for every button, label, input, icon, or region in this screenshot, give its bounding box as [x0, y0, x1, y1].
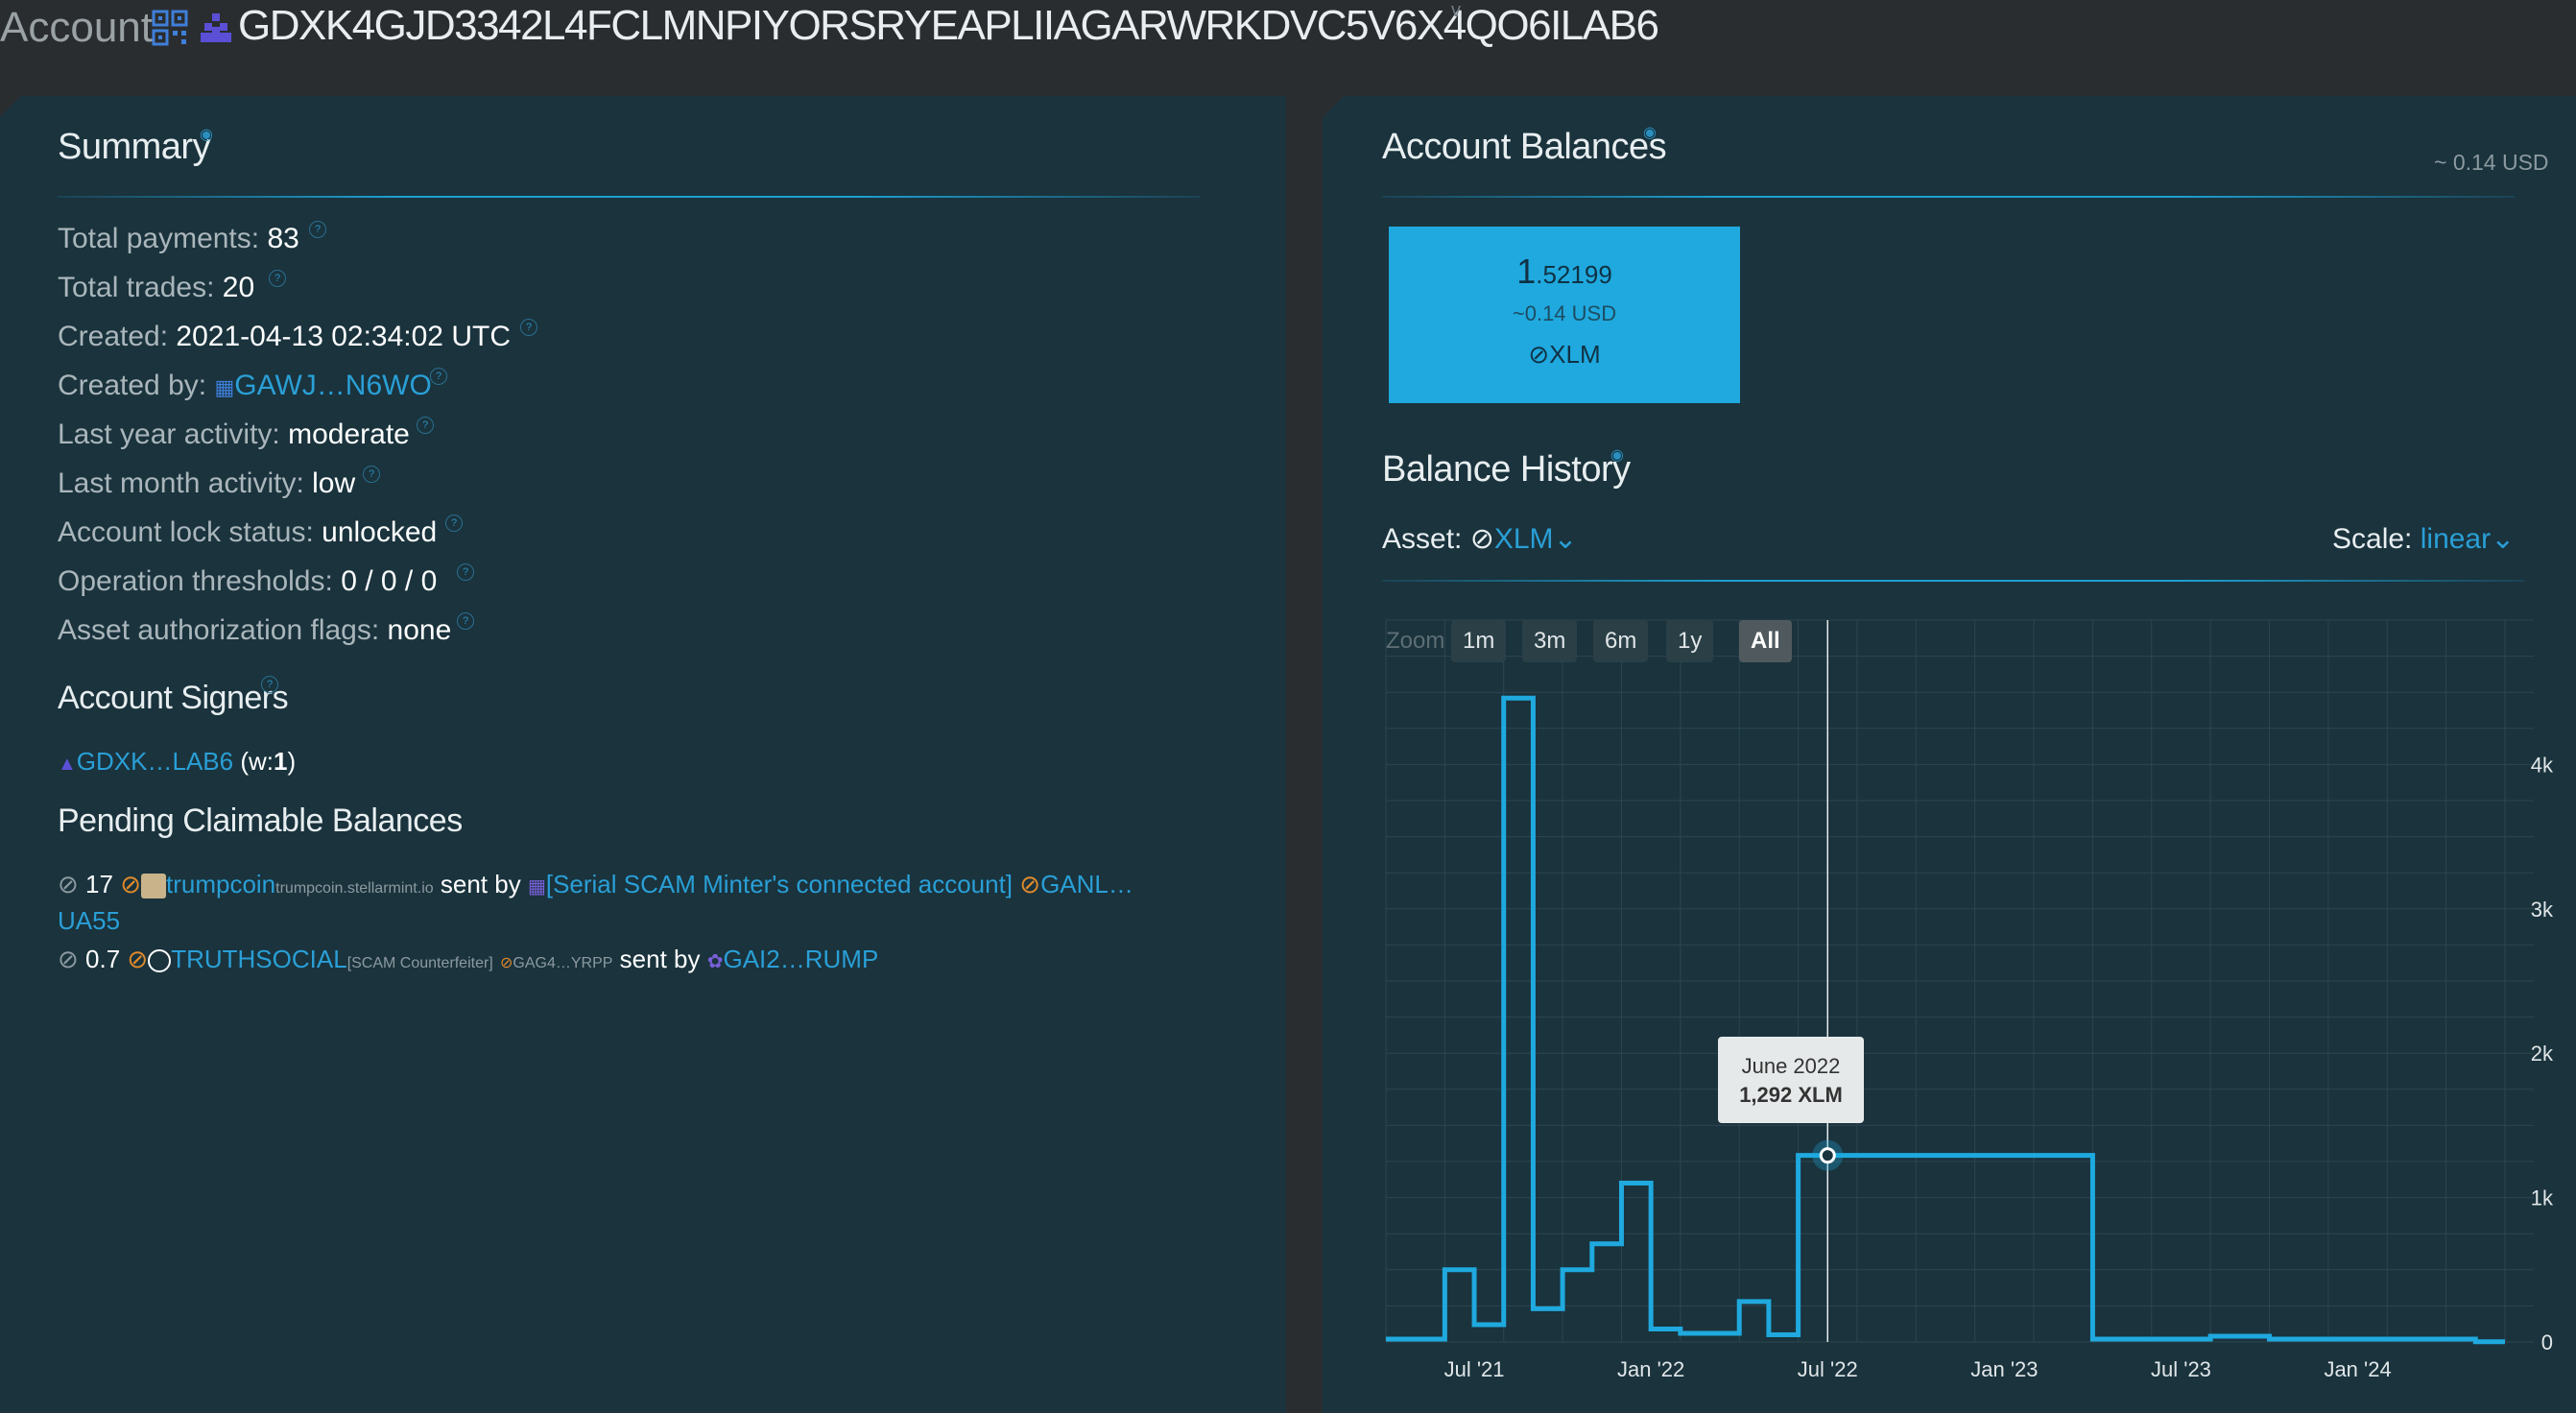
zoom-1m-button[interactable]: 1m: [1451, 620, 1507, 662]
balance-history-chart[interactable]: 0 1k 2k 3k 4k Jul '21 Jan '22 Jul '22 Jan '23 Jul…: [1382, 614, 2553, 1382]
warning-icon: ⊘: [120, 870, 141, 898]
warning-icon: ⊘: [499, 955, 513, 971]
chart-tooltip: June 2022 1,292 XLM: [1718, 1037, 1864, 1123]
history-divider: [1382, 580, 2524, 582]
account-signers-heading: Account Signers: [58, 680, 289, 716]
sender-link[interactable]: [Serial SCAM Minter's connected account]: [546, 870, 1013, 898]
y-tick-label: 2k: [2531, 1042, 2553, 1066]
y-tick-label: 0: [2541, 1330, 2553, 1354]
x-tick-label: Jan '23: [1970, 1357, 2038, 1381]
help-icon[interactable]: ?: [520, 319, 537, 336]
chevron-down-icon: ⌄: [1553, 523, 1578, 555]
stellar-icon: ⊘: [1528, 340, 1550, 369]
help-icon[interactable]: ?: [457, 612, 474, 630]
asset-link[interactable]: TRUTHSOCIAL: [171, 945, 346, 973]
help-icon[interactable]: ?: [430, 368, 447, 385]
identicon-icon: ✿: [706, 951, 724, 972]
chevron-down-icon[interactable]: v: [1451, 0, 1461, 22]
issuer-link-cont[interactable]: UA55: [58, 906, 120, 935]
issuer-link[interactable]: GAG4…YRPP: [513, 955, 612, 971]
summary-row-asset-authorization-flags: Asset authorization flags: none: [58, 614, 452, 646]
warning-icon: ⊘: [1019, 870, 1041, 898]
asset-link[interactable]: trumpcoin: [166, 870, 275, 898]
x-tick-label: Jan '24: [2324, 1357, 2391, 1381]
x-tick-label: Jul '23: [2151, 1357, 2211, 1381]
summary-row-total-payments: Total payments: 83: [58, 223, 299, 254]
claimable-balances-heading: Pending Claimable Balances: [58, 802, 463, 839]
sender-link[interactable]: GAI2…RUMP: [723, 945, 878, 973]
issuer-link[interactable]: GANL…: [1040, 870, 1133, 898]
summary-divider: [58, 196, 1200, 198]
summary-row-total-trades: Total trades: 20: [58, 272, 255, 303]
summary-row-account-lock-status: Account lock status: unlocked: [58, 516, 438, 548]
top-bar: Account GDXK4GJD3342L4FCLMNPIYORSRYEAPLI…: [0, 0, 2576, 96]
help-icon[interactable]: ?: [457, 563, 474, 581]
account-balances-heading: Account Balances: [1382, 127, 1667, 167]
claimable-balance-row: ⊘ 0.7 ⊘ TRUTHSOCIAL[SCAM Counterfeiter] ⊘…: [58, 945, 879, 973]
claimable-balance-row-cont: UA55: [58, 906, 120, 936]
zoom-1y-button[interactable]: 1y: [1666, 620, 1714, 662]
zoom-label: Zoom: [1386, 628, 1445, 654]
help-icon[interactable]: ?: [309, 221, 326, 238]
chevron-down-icon: ⌄: [2491, 523, 2516, 555]
help-icon[interactable]: ?: [261, 676, 278, 693]
balance-history-heading: Balance History: [1382, 449, 1631, 490]
claimable-balance-row: ⊘ 17 ⊘ trumpcointrumpcoin.stellarmint.io …: [58, 870, 1133, 899]
y-tick-label: 4k: [2531, 753, 2553, 777]
eye-icon[interactable]: ◉: [1643, 123, 1657, 142]
y-tick-label: 1k: [2531, 1186, 2553, 1210]
warning-icon: ⊘: [127, 945, 149, 973]
creator-link[interactable]: GAWJ…N6WO: [234, 370, 432, 401]
highlight-point: [1819, 1147, 1836, 1164]
summary-heading: Summary: [58, 127, 211, 167]
x-tick-label: Jan '22: [1617, 1357, 1684, 1381]
x-tick-label: Jul '22: [1798, 1357, 1858, 1381]
signer-row: ▲GDXK…LAB6 (w:1): [58, 747, 297, 776]
zoom-3m-button[interactable]: 3m: [1522, 620, 1578, 662]
page-title: Account: [0, 4, 153, 51]
series-line: [1386, 695, 2505, 1345]
eye-icon[interactable]: ◉: [1610, 445, 1624, 465]
signer-link[interactable]: GDXK…LAB6: [77, 747, 233, 776]
total-usd: ~ 0.14 USD: [2434, 150, 2549, 175]
summary-row-last-year-activity: Last year activity: moderate: [58, 419, 410, 450]
identicon-icon: ▦: [214, 375, 235, 399]
stellar-icon: ⊘: [1469, 523, 1494, 555]
help-icon[interactable]: ?: [363, 466, 380, 483]
summary-row-last-month-activity: Last month activity: low: [58, 467, 356, 499]
balance-card-xlm[interactable]: 1.52199 ~0.14 USD ⊘XLM: [1389, 227, 1740, 403]
identicon-icon: ▦: [527, 876, 546, 898]
account-id: GDXK4GJD3342L4FCLMNPIYORSRYEAPLIIAGARWRK…: [238, 2, 1659, 49]
asset-logo-icon: [148, 949, 172, 973]
asset-selector[interactable]: Asset: ⊘XLM⌄: [1382, 522, 1578, 556]
eye-icon[interactable]: ◉: [200, 125, 213, 144]
x-tick-label: Jul '21: [1444, 1357, 1505, 1381]
help-icon[interactable]: ?: [269, 270, 286, 287]
qr-code-icon[interactable]: [152, 10, 188, 46]
scale-selector[interactable]: Scale: linear⌄: [2332, 522, 2515, 556]
zoom-all-button[interactable]: All: [1739, 620, 1792, 662]
balances-divider: [1382, 196, 2515, 198]
help-icon[interactable]: ?: [417, 417, 434, 434]
summary-row-created-by: Created by: ▦GAWJ…N6WO: [58, 370, 432, 401]
asset-logo-icon: [140, 874, 166, 899]
summary-row-created: Created: 2021-04-13 02:34:02 UTC: [58, 321, 511, 352]
help-icon[interactable]: ?: [445, 515, 463, 532]
identicon-icon: ▲: [58, 754, 77, 775]
check-circle-icon[interactable]: ⊘: [58, 870, 79, 898]
check-circle-icon[interactable]: ⊘: [58, 945, 79, 973]
summary-row-operation-thresholds: Operation thresholds: 0 / 0 / 0: [58, 565, 438, 597]
zoom-6m-button[interactable]: 6m: [1593, 620, 1649, 662]
identicon-icon: [201, 13, 231, 42]
y-tick-label: 3k: [2531, 898, 2553, 922]
